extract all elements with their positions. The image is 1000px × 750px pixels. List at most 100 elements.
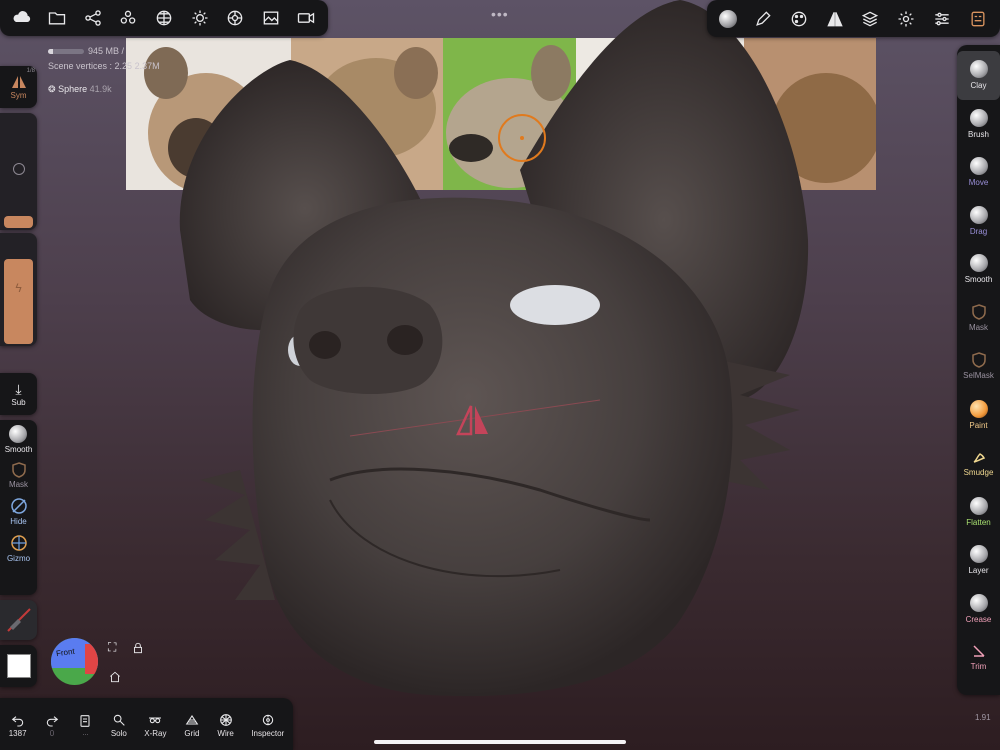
sculpt-head-model[interactable] [0, 0, 1000, 750]
tool-label: Move [968, 178, 989, 188]
sub-button[interactable]: ⤓ Sub [0, 373, 37, 415]
smooth-quick-button[interactable]: Smooth [4, 425, 33, 454]
scene-tree-icon[interactable] [83, 8, 103, 28]
palette-icon[interactable] [789, 9, 809, 29]
tool-trim[interactable]: Trim [957, 633, 1000, 682]
redo-button[interactable]: 0 [44, 711, 60, 738]
tool-label: SelMask [963, 371, 994, 381]
gizmo-icon [10, 535, 27, 551]
layer-tool-icon [969, 545, 988, 564]
version-label: 1.91 [975, 713, 991, 722]
tool-paint[interactable]: Paint [957, 391, 1000, 440]
cloud-icon[interactable] [12, 8, 32, 28]
sym-panel[interactable]: Sym 1/8 [0, 66, 37, 108]
radius-slider[interactable] [0, 113, 37, 230]
tool-label: Mask [968, 322, 989, 332]
layers-tree-icon[interactable] [118, 8, 138, 28]
bottom-button-label: Inspector [251, 728, 285, 738]
tool-drag[interactable]: Drag [957, 197, 1000, 246]
bottom-button-label: 0 [49, 728, 55, 738]
tool-flatten[interactable]: Flatten [957, 488, 1000, 537]
selmask-tool-icon [971, 352, 986, 369]
tool-move[interactable]: Move [957, 148, 1000, 197]
object-count: 41.9k [89, 84, 112, 94]
mask-tool-icon [971, 303, 986, 320]
tool-layer[interactable]: Layer [957, 536, 1000, 585]
crease-tool-icon [969, 593, 988, 612]
view-cube[interactable]: Front [51, 638, 98, 685]
undo-button[interactable]: 1387 [9, 711, 27, 738]
image-icon[interactable] [261, 8, 281, 28]
wire-button[interactable]: Wire [217, 711, 234, 738]
mask-quick-label: Mask [8, 480, 29, 489]
arrow-down-icon: ⤓ [15, 380, 22, 397]
home-indicator[interactable] [374, 740, 626, 744]
color-swatch[interactable] [6, 654, 31, 678]
sym-corner-label: 1/8 [26, 68, 35, 74]
home-icon[interactable] [108, 670, 122, 684]
trim-tool-icon [972, 645, 985, 657]
bottom-toolbar: 1387 0... Solo X-Ray Grid Wire Inspector [0, 698, 293, 750]
tool-mask[interactable]: Mask [957, 294, 1000, 343]
bottom-button-label: Solo [110, 728, 127, 738]
top-left-toolbar [0, 0, 328, 36]
tool-label: Clay [970, 81, 987, 91]
sphere-grid-icon[interactable] [154, 8, 174, 28]
intensity-slider-fill [4, 259, 33, 344]
inspector-button[interactable]: Inspector [251, 711, 284, 738]
pressure-icon: ϟ [15, 281, 22, 295]
fullscreen-icon[interactable]: ⛶ [108, 641, 116, 653]
sun-icon[interactable] [190, 8, 210, 28]
search-icon [111, 711, 127, 729]
bottom-button-label: 1387 [8, 728, 27, 738]
lock-icon[interactable] [131, 641, 145, 655]
brush-cursor-center [520, 136, 524, 140]
hide-quick-button[interactable]: Hide [10, 497, 28, 526]
tool-clay[interactable]: Clay [957, 51, 1000, 100]
view-cube-right [85, 644, 98, 674]
tool-brush[interactable]: Brush [957, 100, 1000, 149]
smooth-quick-label: Smooth [4, 445, 33, 454]
history-button[interactable]: ... [77, 712, 93, 737]
smooth-tool-icon [969, 254, 988, 273]
drag-tool-icon [969, 205, 988, 224]
stack-icon[interactable] [860, 9, 880, 29]
search-button[interactable]: Solo [111, 711, 127, 738]
symmetry-plane-icon[interactable] [456, 404, 490, 436]
grid-button[interactable]: Grid [184, 711, 200, 738]
material-icon[interactable] [225, 8, 245, 28]
bottom-button-sublabel: ... [82, 729, 89, 737]
undo-icon [10, 711, 26, 729]
folder-icon[interactable] [47, 8, 67, 28]
tool-label: Paint [969, 420, 988, 430]
quick-tools-panel: Smooth Mask Hide Gizmo [0, 420, 37, 595]
tool-selmask[interactable]: SelMask [957, 342, 1000, 391]
pen-icon[interactable] [753, 9, 773, 29]
camera-icon[interactable] [296, 8, 316, 28]
tool-label: Smooth [964, 275, 993, 285]
xray-button[interactable]: X-Ray [144, 711, 167, 738]
gizmo-quick-button[interactable]: Gizmo [7, 534, 30, 563]
tool-smooth[interactable]: Smooth [957, 245, 1000, 294]
history-icon [77, 712, 93, 730]
tool-label: Flatten [966, 517, 991, 527]
color-swatch-panel[interactable] [0, 645, 37, 687]
brush-cursor-ring [498, 114, 546, 162]
intensity-slider[interactable]: ϟ [0, 233, 37, 346]
stroke-toggle[interactable] [0, 600, 37, 640]
mask-quick-button[interactable]: Mask [9, 462, 28, 489]
tool-label: Drag [969, 226, 988, 236]
tool-label: Trim [970, 662, 987, 672]
brush-material-icon[interactable] [718, 9, 737, 28]
flatten-tool-icon [969, 496, 988, 515]
scene-object-row[interactable]: ❂ Sphere 41.9k [48, 84, 112, 95]
sliders-icon[interactable] [932, 9, 952, 29]
memory-row: 945 MB / [48, 44, 160, 59]
menu-dots[interactable]: ••• [491, 6, 509, 22]
tool-smudge[interactable]: Smudge [957, 439, 1000, 488]
app-icon[interactable] [968, 9, 988, 29]
settings-icon[interactable] [896, 9, 916, 29]
tool-crease[interactable]: Crease [957, 585, 1000, 634]
radius-slider-target-icon [12, 163, 25, 175]
symmetry-icon[interactable] [825, 9, 845, 29]
